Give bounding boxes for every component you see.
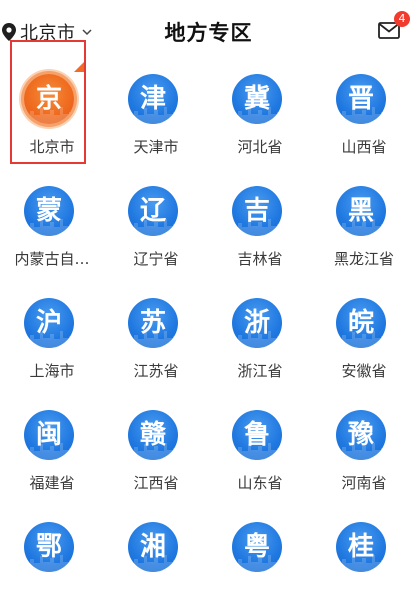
region-emblem-icon: 京	[24, 74, 74, 124]
region-item[interactable]: 闽福建省	[0, 372, 104, 492]
region-emblem-icon: 湘	[128, 522, 178, 572]
region-emblem-icon: 闽	[24, 410, 74, 460]
region-item[interactable]: 粤	[208, 484, 312, 596]
region-emblem-icon: 浙	[232, 298, 282, 348]
region-emblem-icon: 鄂	[24, 522, 74, 572]
region-item[interactable]: 湘	[104, 484, 208, 596]
region-item[interactable]: 津天津市	[104, 36, 208, 156]
region-glyph: 湘	[139, 532, 166, 562]
region-glyph: 浙	[243, 308, 270, 338]
region-item[interactable]: 鲁山东省	[208, 372, 312, 492]
region-emblem-icon: 赣	[128, 410, 178, 460]
region-item[interactable]: 鄂	[0, 484, 104, 596]
region-item[interactable]: 皖安徽省	[312, 260, 416, 380]
region-item[interactable]: 京北京市	[0, 36, 104, 164]
region-emblem-icon: 蒙	[24, 186, 74, 236]
region-glyph: 沪	[35, 308, 62, 338]
region-emblem-icon: 吉	[232, 186, 282, 236]
corner-marker-icon	[74, 62, 84, 72]
region-glyph: 津	[139, 84, 166, 114]
region-emblem-icon: 黑	[336, 186, 386, 236]
region-glyph: 冀	[243, 84, 270, 114]
region-emblem-icon: 冀	[232, 74, 282, 124]
region-item[interactable]: 辽辽宁省	[104, 148, 208, 268]
region-item[interactable]: 沪上海市	[0, 260, 104, 380]
region-glyph: 辽	[139, 196, 166, 226]
region-glyph: 京	[35, 84, 62, 114]
region-glyph: 闽	[35, 420, 62, 450]
region-glyph: 晋	[347, 84, 374, 114]
region-glyph: 粤	[243, 532, 270, 562]
region-item[interactable]: 豫河南省	[312, 372, 416, 492]
region-emblem-icon: 沪	[24, 298, 74, 348]
region-emblem-icon: 粤	[232, 522, 282, 572]
region-item[interactable]: 冀河北省	[208, 36, 312, 156]
region-emblem-icon: 豫	[336, 410, 386, 460]
region-item[interactable]: 蒙内蒙古自…	[0, 148, 104, 268]
region-glyph: 苏	[139, 308, 166, 338]
region-item[interactable]: 赣江西省	[104, 372, 208, 492]
region-item[interactable]: 晋山西省	[312, 36, 416, 156]
region-glyph: 黑	[347, 196, 374, 226]
region-glyph: 鲁	[243, 420, 270, 450]
region-glyph: 吉	[243, 196, 270, 226]
region-item[interactable]: 桂	[312, 484, 416, 596]
region-glyph: 鄂	[35, 532, 62, 562]
region-item[interactable]: 浙浙江省	[208, 260, 312, 380]
region-emblem-icon: 辽	[128, 186, 178, 236]
region-emblem-icon: 皖	[336, 298, 386, 348]
region-emblem-icon: 津	[128, 74, 178, 124]
region-emblem-icon: 桂	[336, 522, 386, 572]
region-glyph: 皖	[347, 308, 374, 338]
region-glyph: 蒙	[35, 196, 62, 226]
region-glyph: 桂	[347, 532, 374, 562]
region-item[interactable]: 黑黑龙江省	[312, 148, 416, 268]
region-emblem-icon: 晋	[336, 74, 386, 124]
message-count-badge: 4	[394, 11, 410, 27]
region-glyph: 豫	[347, 420, 374, 450]
region-emblem-icon: 鲁	[232, 410, 282, 460]
region-emblem-icon: 苏	[128, 298, 178, 348]
region-glyph: 赣	[139, 420, 166, 450]
region-item[interactable]: 苏江苏省	[104, 260, 208, 380]
region-item[interactable]: 吉吉林省	[208, 148, 312, 268]
